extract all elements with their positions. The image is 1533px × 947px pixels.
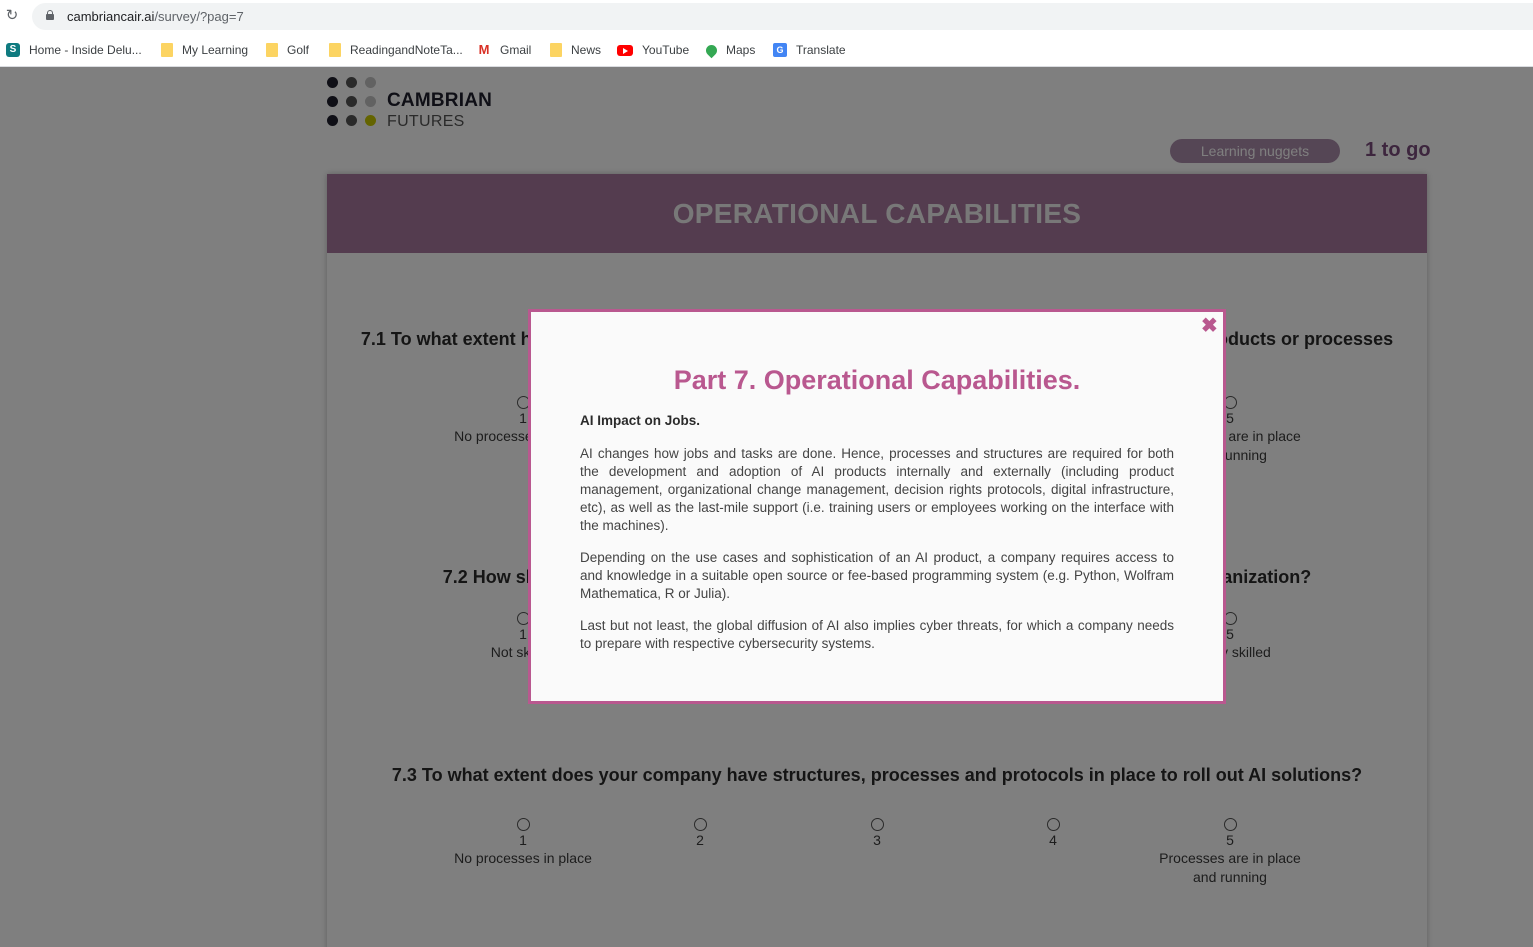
translate-icon: G xyxy=(773,43,787,57)
bookmark-golf[interactable]: Golf xyxy=(266,41,309,59)
bookmark-youtube[interactable]: YouTube xyxy=(617,41,689,59)
modal-title: Part 7. Operational Capabilities. xyxy=(673,365,1081,395)
folder-icon xyxy=(329,43,341,57)
gmail-icon: M xyxy=(478,42,490,57)
bookmark-reading[interactable]: ReadingandNoteTa... xyxy=(329,41,463,59)
sharepoint-icon: S xyxy=(6,43,20,57)
folder-icon xyxy=(266,43,278,57)
modal-subtitle: AI Impact on Jobs. xyxy=(580,413,701,428)
url-text: cambriancair.ai/survey/?pag=7 xyxy=(67,9,244,24)
maps-icon xyxy=(703,42,720,58)
url-omnibox[interactable]: cambriancair.ai/survey/?pag=7 xyxy=(32,3,1533,30)
info-modal: ✖ Part 7. Operational Capabilities. AI I… xyxy=(528,309,1226,704)
lock-icon xyxy=(46,10,54,20)
bookmark-translate[interactable]: G Translate xyxy=(773,41,846,59)
modal-paragraph: AI changes how jobs and tasks are done. … xyxy=(580,446,1174,533)
youtube-icon xyxy=(617,44,633,56)
browser-address-bar: ↻ cambriancair.ai/survey/?pag=7 xyxy=(0,0,1533,34)
folder-icon xyxy=(161,43,173,57)
bookmark-home[interactable]: S Home - Inside Delu... xyxy=(6,41,142,59)
bookmarks-bar: S Home - Inside Delu... My Learning Golf … xyxy=(0,34,1533,67)
folder-icon xyxy=(550,43,562,57)
reload-icon[interactable]: ↻ xyxy=(4,7,20,23)
close-icon[interactable]: ✖ xyxy=(1201,316,1218,336)
bookmark-maps[interactable]: Maps xyxy=(703,41,755,59)
modal-paragraph: Last but not least, the global diffusion… xyxy=(580,618,1174,651)
bookmark-gmail[interactable]: M Gmail xyxy=(477,41,532,59)
bookmark-my-learning[interactable]: My Learning xyxy=(161,41,248,59)
bookmark-news[interactable]: News xyxy=(550,41,601,59)
modal-paragraph: Depending on the use cases and sophistic… xyxy=(580,550,1174,601)
